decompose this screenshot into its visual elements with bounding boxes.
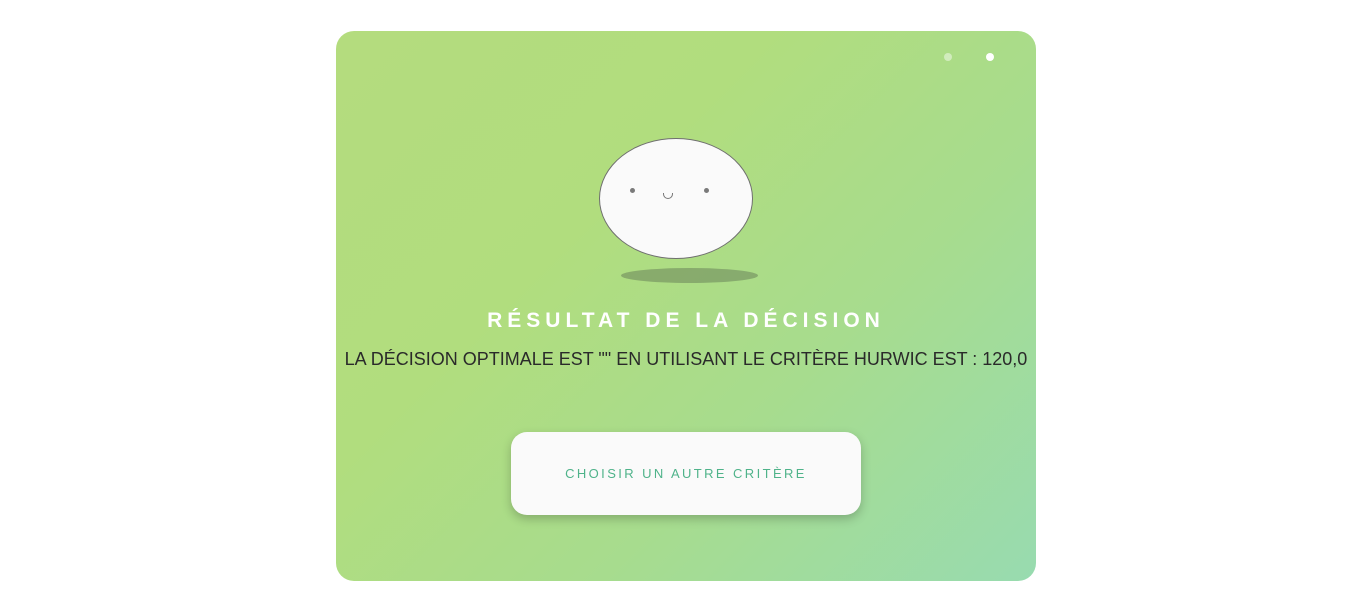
carousel-dots	[944, 53, 994, 61]
right-eye	[704, 188, 709, 193]
result-card: RÉSULTAT DE LA DÉCISION LA DÉCISION OPTI…	[336, 31, 1036, 581]
smiling-blob-icon	[599, 138, 753, 259]
result-message: LA DÉCISION OPTIMALE EST "" EN UTILISANT…	[344, 349, 1028, 369]
carousel-dot-2[interactable]	[986, 53, 994, 61]
blob-shadow	[621, 268, 758, 283]
result-title: RÉSULTAT DE LA DÉCISION	[487, 309, 885, 332]
carousel-dot-1[interactable]	[944, 53, 952, 61]
choose-other-criterion-button[interactable]: CHOISIR UN AUTRE CRITÈRE	[511, 432, 861, 515]
mouth	[663, 193, 673, 199]
left-eye	[630, 188, 635, 193]
